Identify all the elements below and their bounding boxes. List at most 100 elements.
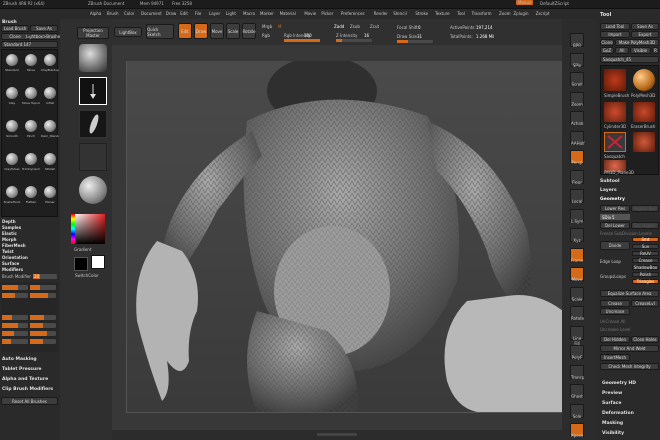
layers-section[interactable]: Layers xyxy=(600,188,617,193)
freeze-subdivision-label[interactable]: Freeze SubDivision Levels xyxy=(600,231,652,236)
shelf-button-scale[interactable]: Scale xyxy=(570,286,584,302)
geometry-hd-section[interactable]: Geometry HD xyxy=(602,381,636,386)
load-tool-button[interactable]: Load Tool xyxy=(600,23,630,30)
menu-item-document[interactable]: Document xyxy=(141,11,162,16)
rgb-toggle[interactable]: Rgb xyxy=(262,33,270,38)
edit-button[interactable]: Edit xyxy=(178,23,192,39)
brush-section-fibermesh[interactable]: FiberMesh xyxy=(2,243,26,248)
rgb-intensity-slider[interactable] xyxy=(284,39,320,42)
brush-section-modifiers[interactable]: Modifiers xyxy=(2,267,23,272)
uncrease-level-label[interactable]: Uncrease Level xyxy=(600,327,631,332)
menu-item-movie[interactable]: Movie xyxy=(304,11,316,16)
menu-item-draw[interactable]: Draw xyxy=(166,11,176,16)
brush-tile[interactable]: Dam_Standard xyxy=(41,118,59,149)
uncrease-button[interactable]: Uncrease xyxy=(600,308,630,315)
script-label[interactable]: DefaultZScript xyxy=(540,1,569,6)
deformation-section[interactable]: Deformation xyxy=(602,411,634,416)
shelf-button-solo[interactable]: Solo xyxy=(570,403,584,419)
shelf-button-frame[interactable]: Frame xyxy=(570,247,584,263)
menu-item-color[interactable]: Color xyxy=(124,11,134,16)
scale-button[interactable]: Scale xyxy=(226,23,240,39)
menu-item-tool[interactable]: Tool xyxy=(457,11,465,16)
save-as-tool-button[interactable]: Save As xyxy=(631,23,659,30)
zcut-toggle[interactable]: Zcut xyxy=(370,24,379,29)
tool-thumb-cylinder3d[interactable] xyxy=(604,102,626,122)
shelf-button-polyf[interactable]: PolyF xyxy=(570,345,584,360)
menu-item-macro[interactable]: Macro xyxy=(243,11,255,16)
lower-res-button[interactable]: Lower Res xyxy=(600,205,630,212)
mirror-weld-button[interactable]: Mirror And Weld xyxy=(600,345,659,352)
lightbox-brushes-button[interactable]: Lightbox>Brushes xyxy=(26,33,62,40)
texture-thumbnail[interactable] xyxy=(79,143,107,171)
del-higher-button[interactable]: Del Higher xyxy=(631,222,659,229)
smt-toggle[interactable]: Smt xyxy=(632,237,659,242)
suv-toggle[interactable]: Suv xyxy=(632,244,659,249)
alpha-thumbnail[interactable] xyxy=(79,110,107,138)
menu-item-layer[interactable]: Layer xyxy=(209,11,220,16)
clone-tool-button[interactable]: Clone xyxy=(600,39,614,46)
brush-section-surface[interactable]: Surface xyxy=(2,261,19,266)
menu-item-picker[interactable]: Picker xyxy=(321,11,333,16)
menu-item-preferences[interactable]: Preferences xyxy=(341,11,365,16)
brush-tile[interactable]: Move Topological xyxy=(22,85,40,116)
del-lower-button[interactable]: Del Lower xyxy=(600,222,630,229)
menu-item-marker[interactable]: Marker xyxy=(260,11,274,16)
shelf-button-zoom[interactable]: Zoom xyxy=(570,91,584,107)
tool-thumb-sasquatch[interactable] xyxy=(604,132,626,152)
shelf-button-local[interactable]: Local xyxy=(570,189,584,204)
brush-section-depth[interactable]: Depth xyxy=(2,219,16,224)
preview-section[interactable]: Preview xyxy=(602,391,622,396)
shelf-button-persp[interactable]: Persp xyxy=(570,150,584,165)
document-canvas[interactable] xyxy=(112,45,562,430)
shelf-button-move[interactable]: Move xyxy=(570,267,584,282)
shelf-button-bpr[interactable]: BPR xyxy=(570,33,584,48)
secondary-color-swatch[interactable] xyxy=(74,257,88,271)
menu-item-brush[interactable]: Brush xyxy=(107,11,119,16)
shelf-button-aahalf[interactable]: AAHalf xyxy=(570,130,585,146)
zadd-toggle[interactable]: Zadd xyxy=(334,24,344,29)
viewport[interactable] xyxy=(126,61,562,413)
current-tool-label[interactable]: Sasquatch_45 xyxy=(600,56,659,63)
all-button[interactable]: All xyxy=(615,47,629,54)
stroke-thumbnail[interactable] xyxy=(79,77,107,105)
r-button[interactable]: R xyxy=(652,47,659,54)
menu-item-stroke[interactable]: Stroke xyxy=(415,11,428,16)
brush-section-samples[interactable]: Samples xyxy=(2,225,21,230)
menu-item-render[interactable]: Render xyxy=(374,11,388,16)
divide-button[interactable]: Divide xyxy=(600,241,630,250)
m-toggle[interactable]: M xyxy=(278,24,281,29)
surface-section[interactable]: Surface xyxy=(602,401,621,406)
polish-toggle[interactable]: Polish xyxy=(632,272,659,277)
uncrease-all-label[interactable]: UnCrease All xyxy=(600,319,626,324)
clip-brush-modifiers-section[interactable]: Clip Brush Modifiers xyxy=(2,387,53,392)
import-button[interactable]: Import xyxy=(600,31,630,38)
projection-master-button[interactable]: Projection Master xyxy=(77,27,109,39)
brush-tile[interactable]: ClayTubes xyxy=(3,151,21,182)
menu-item-zscript[interactable]: Zscript xyxy=(536,11,550,16)
z-intensity-slider[interactable] xyxy=(336,39,372,42)
material-thumbnail[interactable] xyxy=(79,176,107,204)
brush-tile[interactable]: SnakeHook xyxy=(3,184,21,215)
edge-loop-label[interactable]: Edge Loop xyxy=(600,259,621,264)
tool-thumb-eraserbrush[interactable] xyxy=(633,102,655,122)
menu-item-edit[interactable]: Edit xyxy=(180,11,188,16)
brush-section-elastic[interactable]: Elastic xyxy=(2,231,17,236)
brush-tile[interactable]: Standard xyxy=(3,52,21,83)
menu-item-zplugin[interactable]: Zplugin xyxy=(513,11,528,16)
main-color-swatch[interactable] xyxy=(91,255,105,269)
menu-item-file[interactable]: File xyxy=(195,11,202,16)
current-brush-thumbnail[interactable] xyxy=(79,44,107,72)
brush-tile[interactable]: Flatten xyxy=(22,184,40,215)
brush-tile[interactable]: Smooth xyxy=(3,118,21,149)
shelf-button-actual[interactable]: Actual xyxy=(570,111,584,126)
mrgb-toggle[interactable]: Mrgb xyxy=(262,24,272,29)
menu-item-alpha[interactable]: Alpha xyxy=(90,11,101,16)
move-button[interactable]: Move xyxy=(210,23,224,39)
menu-item-light[interactable]: Light xyxy=(226,11,236,16)
brush-tile[interactable]: TrimDynamic xyxy=(22,151,40,182)
check-mesh-integrity-button[interactable]: Check Mesh Integrity xyxy=(600,363,659,370)
menus-button[interactable]: Menus xyxy=(516,0,534,5)
brush-tile[interactable]: Pinch xyxy=(22,118,40,149)
tablet-pressure-section[interactable]: Tablet Pressure xyxy=(2,367,41,372)
menu-item-transform[interactable]: Transform xyxy=(472,11,492,16)
